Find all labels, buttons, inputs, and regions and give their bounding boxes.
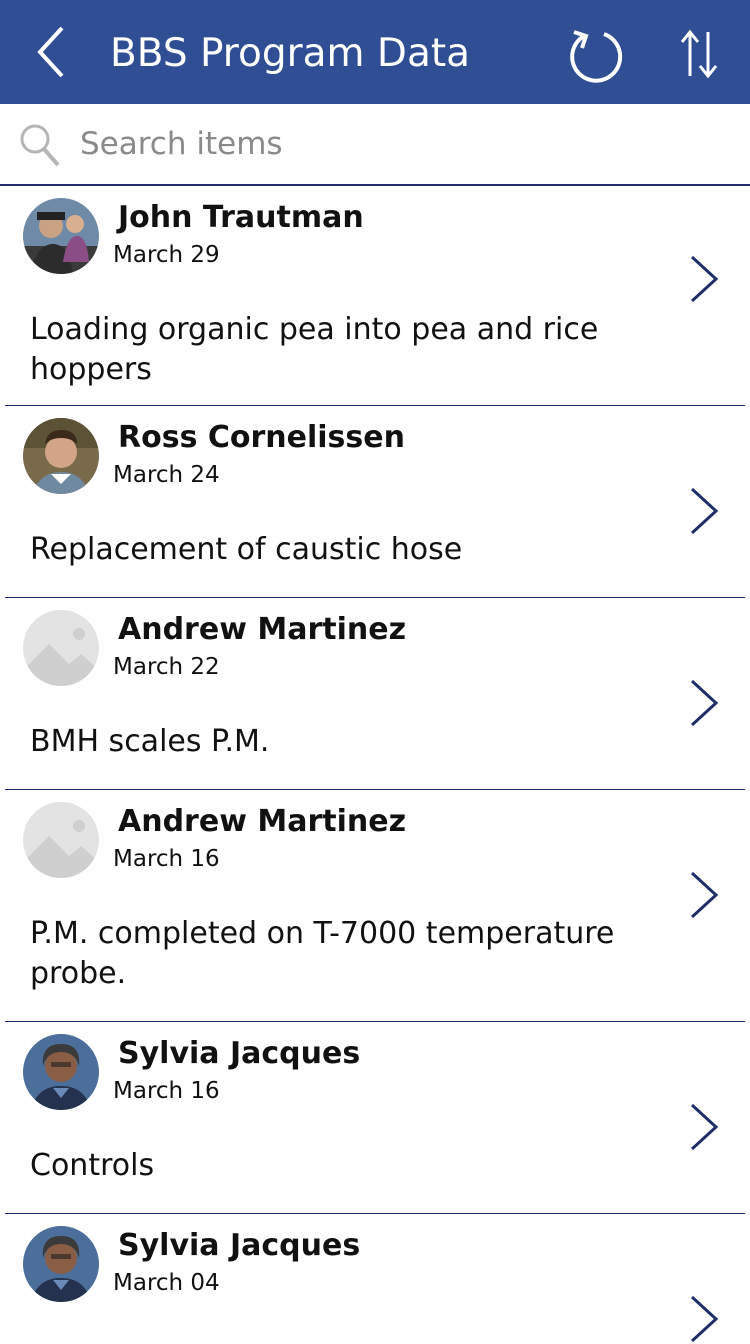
list-item[interactable]: Ross Cornelissen March 24 Replacement of…	[0, 406, 750, 598]
list-item[interactable]: John Trautman March 29 Loading organic p…	[0, 186, 750, 406]
back-button[interactable]	[30, 24, 76, 80]
item-date: March 16	[113, 846, 220, 872]
list-item[interactable]: Andrew Martinez March 16 P.M. completed …	[0, 790, 750, 1022]
list-item[interactable]: Sylvia Jacques March 04	[0, 1214, 750, 1343]
item-description: Controls	[30, 1148, 155, 1183]
search-input[interactable]	[80, 118, 720, 170]
list-item[interactable]: Andrew Martinez March 22 BMH scales P.M.	[0, 598, 750, 790]
avatar	[23, 802, 99, 878]
item-name: Sylvia Jacques	[118, 1036, 361, 1071]
list-item[interactable]: Sylvia Jacques March 16 Controls	[0, 1022, 750, 1214]
chevron-right-icon[interactable]	[688, 678, 720, 728]
avatar	[23, 1034, 99, 1110]
item-name: John Trautman	[118, 200, 364, 235]
item-date: March 16	[113, 1078, 220, 1104]
avatar	[23, 1226, 99, 1302]
avatar	[23, 610, 99, 686]
placeholder-image-icon	[23, 610, 99, 686]
chevron-right-icon[interactable]	[688, 1102, 720, 1152]
item-description: Replacement of caustic hose	[30, 532, 463, 567]
item-description: BMH scales P.M.	[30, 724, 270, 759]
chevron-left-icon	[37, 26, 64, 78]
avatar	[23, 418, 99, 494]
chevron-right-icon[interactable]	[688, 870, 720, 920]
refresh-icon	[570, 30, 623, 83]
page-title: BBS Program Data	[110, 31, 471, 76]
item-name: Andrew Martinez	[118, 804, 407, 839]
item-description: P.M. completed on T-7000 temperature pro…	[30, 916, 615, 991]
search-bar	[0, 104, 750, 186]
item-name: Sylvia Jacques	[118, 1228, 361, 1263]
chevron-right-icon[interactable]	[688, 486, 720, 536]
item-date: March 24	[113, 462, 220, 488]
refresh-button[interactable]	[566, 26, 624, 84]
item-name: Ross Cornelissen	[118, 420, 405, 455]
items-list: John Trautman March 29 Loading organic p…	[0, 186, 750, 1343]
search-icon	[20, 124, 60, 167]
item-name: Andrew Martinez	[118, 612, 407, 647]
item-date: March 29	[113, 242, 220, 268]
item-description: Loading organic pea into pea and rice ho…	[30, 312, 599, 387]
item-date: March 04	[113, 1270, 220, 1296]
placeholder-image-icon	[23, 802, 99, 878]
sort-icon	[680, 29, 718, 79]
item-date: March 22	[113, 654, 220, 680]
app-header: BBS Program Data	[0, 0, 750, 104]
avatar	[23, 198, 99, 274]
sort-button[interactable]	[678, 28, 720, 80]
chevron-right-icon[interactable]	[688, 1294, 720, 1344]
chevron-right-icon[interactable]	[688, 254, 720, 304]
